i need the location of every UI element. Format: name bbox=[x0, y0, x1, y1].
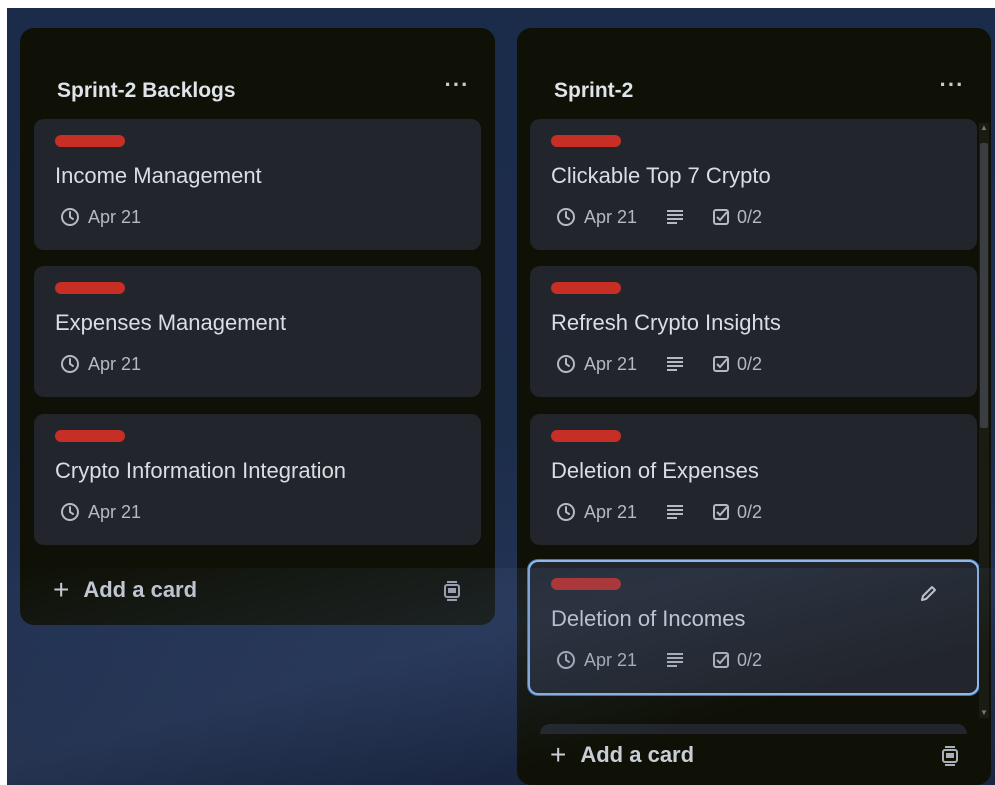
due-date[interactable]: Apr 21 bbox=[88, 502, 141, 523]
card-title: Deletion of Incomes bbox=[551, 606, 746, 631]
list-title[interactable]: Sprint-2 Backlogs bbox=[57, 80, 236, 102]
card[interactable]: Refresh Crypto Insights Apr 21 0/2 bbox=[530, 266, 977, 397]
card[interactable]: Expenses Management Apr 21 bbox=[34, 266, 481, 397]
clock-icon bbox=[556, 207, 576, 227]
card[interactable]: Deletion of Expenses Apr 21 0/2 bbox=[530, 414, 977, 545]
card-badges: Apr 21 0/2 bbox=[556, 205, 762, 229]
card-badges: Apr 21 0/2 bbox=[556, 648, 762, 672]
label-red[interactable] bbox=[55, 282, 125, 294]
due-date[interactable]: Apr 21 bbox=[88, 354, 141, 375]
card-badges: Apr 21 bbox=[60, 205, 141, 229]
label-red[interactable] bbox=[551, 430, 621, 442]
card-template-icon[interactable] bbox=[939, 745, 965, 771]
card-title: Income Management bbox=[55, 163, 262, 188]
plus-icon: + bbox=[53, 574, 70, 605]
card-badges: Apr 21 0/2 bbox=[556, 500, 762, 524]
checklist-icon bbox=[711, 354, 731, 374]
checklist-icon bbox=[711, 650, 731, 670]
card-selected[interactable]: Deletion of Incomes Apr 21 0/2 bbox=[528, 560, 979, 695]
clock-icon bbox=[556, 650, 576, 670]
clock-icon bbox=[60, 207, 80, 227]
list-sprint-2: Sprint-2 ··· Clickable Top 7 Crypto Apr … bbox=[517, 28, 991, 785]
description-icon bbox=[665, 651, 685, 669]
card-title: Refresh Crypto Insights bbox=[551, 310, 781, 335]
clock-icon bbox=[556, 354, 576, 374]
checklist-count: 0/2 bbox=[737, 206, 763, 227]
card[interactable]: Crypto Information Integration Apr 21 bbox=[34, 414, 481, 545]
card-badges: Apr 21 bbox=[60, 352, 141, 376]
card-partial[interactable] bbox=[540, 724, 967, 734]
card-template-icon[interactable] bbox=[441, 580, 467, 606]
due-date[interactable]: Apr 21 bbox=[88, 207, 141, 228]
scroll-thumb[interactable] bbox=[980, 143, 988, 428]
description-icon bbox=[665, 355, 685, 373]
plus-icon: + bbox=[550, 739, 567, 770]
card[interactable]: Income Management Apr 21 bbox=[34, 119, 481, 250]
list-header: Sprint-2 ··· bbox=[517, 28, 991, 110]
list-menu-button[interactable]: ··· bbox=[935, 74, 969, 100]
checklist-count: 0/2 bbox=[737, 501, 763, 522]
checklist-icon bbox=[711, 502, 731, 522]
add-card-label: Add a card bbox=[580, 742, 695, 767]
label-red[interactable] bbox=[551, 282, 621, 294]
board: Sprint-2 Backlogs ··· Income Management … bbox=[7, 8, 995, 785]
label-red[interactable] bbox=[55, 135, 125, 147]
card-title: Deletion of Expenses bbox=[551, 458, 759, 483]
checklist-count: 0/2 bbox=[737, 353, 763, 374]
card[interactable]: Clickable Top 7 Crypto Apr 21 0/2 bbox=[530, 119, 977, 250]
add-card-label: Add a card bbox=[83, 577, 198, 602]
card-badges: Apr 21 bbox=[60, 500, 141, 524]
list-title[interactable]: Sprint-2 bbox=[554, 80, 633, 102]
due-date[interactable]: Apr 21 bbox=[584, 650, 637, 671]
clock-icon bbox=[556, 502, 576, 522]
card-title: Crypto Information Integration bbox=[55, 458, 347, 483]
list-scrollbar[interactable]: ▲ ▼ bbox=[979, 123, 989, 718]
list-header: Sprint-2 Backlogs ··· bbox=[20, 28, 495, 110]
label-red[interactable] bbox=[551, 135, 621, 147]
label-red[interactable] bbox=[55, 430, 125, 442]
label-red[interactable] bbox=[551, 578, 621, 590]
card-title: Expenses Management bbox=[55, 310, 287, 335]
list-sprint-2-backlogs: Sprint-2 Backlogs ··· Income Management … bbox=[20, 28, 495, 625]
checklist-count: 0/2 bbox=[737, 649, 763, 670]
clock-icon bbox=[60, 354, 80, 374]
scroll-down-arrow-icon[interactable]: ▼ bbox=[979, 708, 989, 718]
checklist-icon bbox=[711, 207, 731, 227]
scroll-up-arrow-icon[interactable]: ▲ bbox=[979, 123, 989, 133]
due-date[interactable]: Apr 21 bbox=[584, 207, 637, 228]
card-badges: Apr 21 0/2 bbox=[556, 352, 762, 376]
due-date[interactable]: Apr 21 bbox=[584, 502, 637, 523]
add-card-button[interactable]: + Add a card bbox=[53, 574, 198, 605]
add-card-button[interactable]: + Add a card bbox=[550, 739, 695, 770]
due-date[interactable]: Apr 21 bbox=[584, 354, 637, 375]
clock-icon bbox=[60, 502, 80, 522]
description-icon bbox=[665, 208, 685, 226]
card-title: Clickable Top 7 Crypto bbox=[551, 163, 771, 188]
edit-icon[interactable] bbox=[918, 582, 940, 604]
list-menu-button[interactable]: ··· bbox=[440, 74, 474, 100]
description-icon bbox=[665, 503, 685, 521]
